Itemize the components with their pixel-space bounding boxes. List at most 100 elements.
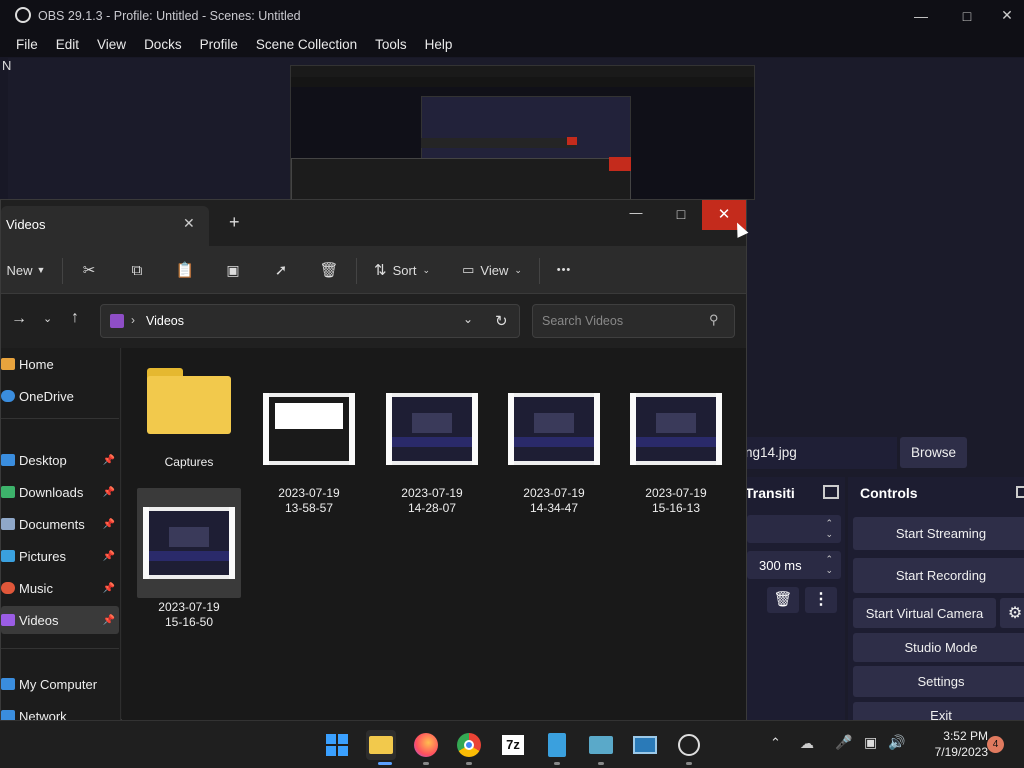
new-button[interactable]: New ▼ — [1, 256, 51, 284]
sidebar-item-music[interactable]: Music 📌 — [1, 574, 119, 602]
home-icon — [1, 358, 15, 370]
studio-mode-button[interactable]: Studio Mode — [853, 633, 1024, 662]
start-streaming-button[interactable]: Start Streaming — [853, 517, 1024, 550]
cloud-icon — [1, 390, 15, 402]
firefox-icon[interactable] — [411, 730, 441, 760]
paste-icon[interactable]: 📋 — [174, 256, 196, 284]
pin-icon: 📌 — [102, 550, 115, 562]
sidebar-item-onedrive[interactable]: OneDrive — [1, 382, 119, 410]
transition-select[interactable]: ⌃ ⌄ — [747, 515, 841, 543]
explorer-minimize-button[interactable]: — — [613, 200, 659, 230]
sidebar-item-pictures[interactable]: Pictures 📌 — [1, 542, 119, 570]
network-tray-icon[interactable]: ▣ — [864, 734, 877, 751]
image-viewer-icon[interactable] — [630, 730, 660, 760]
menu-scene-collection[interactable]: Scene Collection — [256, 37, 357, 52]
forward-arrow-icon[interactable]: → — [11, 310, 27, 328]
obs-icon[interactable] — [674, 730, 704, 760]
up-arrow-icon[interactable]: ↑ — [71, 309, 79, 327]
notepad-icon[interactable] — [542, 730, 572, 760]
cut-icon[interactable]: ✂ — [78, 256, 100, 284]
virtual-camera-settings-gear-icon[interactable]: ⚙ — [1000, 598, 1024, 628]
tab-close-icon[interactable]: ✕ — [183, 215, 195, 232]
volume-icon[interactable]: 🔊 — [888, 734, 905, 751]
menu-docks[interactable]: Docks — [144, 37, 182, 52]
image-path-field[interactable]: ng14.jpg — [745, 437, 897, 469]
sidebar-item-downloads[interactable]: Downloads 📌 — [1, 478, 119, 506]
trash-icon[interactable]: 🗑 — [767, 587, 799, 613]
see-more-icon[interactable]: ••• — [553, 256, 575, 284]
transitions-dock: Transiti ⌃ ⌄ 300 ms ⌃ ⌄ 🗑 ⋮ — [745, 477, 845, 720]
music-icon — [1, 582, 15, 594]
video-file-item[interactable]: 2023-07-19 14-28-07 — [380, 378, 484, 516]
view-icon: ▭ — [462, 262, 475, 277]
obs-maximize-button[interactable]: □ — [944, 0, 990, 31]
view-button[interactable]: ▭ View ⌄ — [459, 256, 525, 284]
search-icon: ⚲ — [709, 312, 719, 327]
video-file-item[interactable]: 2023-07-19 15-16-13 — [624, 378, 728, 516]
sidebar-item-my-computer[interactable]: My Computer — [1, 670, 119, 698]
explorer-maximize-button[interactable]: □ — [661, 200, 701, 230]
dock-float-icon[interactable] — [1016, 486, 1024, 498]
document-icon — [1, 518, 15, 530]
menu-edit[interactable]: Edit — [56, 37, 79, 52]
video-file-item[interactable]: 2023-07-19 13-58-57 — [257, 378, 361, 516]
menu-help[interactable]: Help — [425, 37, 453, 52]
share-icon[interactable]: ➚ — [270, 256, 292, 284]
clock[interactable]: 3:52 PM 7/19/2023 — [912, 728, 988, 760]
remote-desktop-icon[interactable] — [586, 730, 616, 760]
obs-menu-bar: File Edit View Docks Profile Scene Colle… — [0, 31, 1024, 57]
start-recording-button[interactable]: Start Recording — [853, 558, 1024, 593]
breadcrumb[interactable]: › Videos ⌄ ↻ — [100, 304, 520, 338]
settings-button[interactable]: Settings — [853, 666, 1024, 697]
show-hidden-icons-chevron-icon[interactable]: ⌃ — [770, 735, 781, 751]
delete-trash-icon[interactable]: 🗑 — [318, 256, 340, 284]
start-virtual-camera-button[interactable]: Start Virtual Camera — [853, 598, 996, 628]
7zip-icon[interactable]: 7z — [498, 730, 528, 760]
notification-badge[interactable]: 4 — [987, 736, 1004, 753]
menu-view[interactable]: View — [97, 37, 126, 52]
videos-folder-icon — [110, 314, 124, 328]
recent-chevron-icon[interactable]: ⌄ — [43, 312, 52, 325]
start-icon[interactable] — [322, 730, 352, 760]
navigation-pane: Home OneDrive Desktop 📌 Downloads 📌 Docume… — [1, 348, 121, 724]
tab-title: Videos — [6, 217, 46, 232]
sort-icon: ⇅ — [374, 262, 387, 279]
breadcrumb-videos[interactable]: Videos — [146, 314, 184, 328]
obs-window-title: OBS 29.1.3 - Profile: Untitled - Scenes:… — [38, 8, 301, 23]
sidebar-item-videos[interactable]: Videos 📌 — [1, 606, 119, 634]
new-tab-plus-icon[interactable]: + — [229, 212, 240, 233]
video-thumbnail — [386, 393, 478, 465]
chrome-icon[interactable] — [454, 730, 484, 760]
menu-tools[interactable]: Tools — [375, 37, 407, 52]
computer-icon — [1, 678, 15, 690]
sidebar-item-desktop[interactable]: Desktop 📌 — [1, 446, 119, 474]
menu-profile[interactable]: Profile — [200, 37, 238, 52]
menu-file[interactable]: File — [16, 37, 38, 52]
sort-button[interactable]: ⇅ Sort ⌄ — [369, 256, 435, 284]
search-input[interactable]: Search Videos ⚲ — [532, 304, 735, 338]
dock-float-icon[interactable] — [823, 485, 839, 499]
more-options-icon[interactable]: ⋮ — [805, 587, 837, 613]
clock-date: 7/19/2023 — [934, 745, 988, 759]
sidebar-item-home[interactable]: Home — [1, 350, 119, 378]
address-dropdown-icon[interactable]: ⌄ — [463, 312, 473, 326]
obs-minimize-button[interactable]: — — [898, 0, 944, 31]
copy-icon[interactable]: ⧉ — [126, 256, 148, 284]
duration-spinbox[interactable]: 300 ms ⌃ ⌄ — [747, 551, 841, 579]
file-explorer-window: Videos ✕ + — □ ✕ New ▼ ✂ ⧉ 📋 ▣ ➚ 🗑 ⇅ Sort ⌄… — [0, 199, 749, 724]
microphone-icon[interactable]: 🎤 — [835, 734, 852, 751]
tab-videos[interactable]: Videos ✕ — [1, 206, 209, 246]
folder-item[interactable]: Captures — [137, 368, 241, 470]
file-explorer-icon[interactable] — [366, 730, 396, 760]
obs-edge-text: N — [2, 58, 12, 73]
sidebar-item-documents[interactable]: Documents 📌 — [1, 510, 119, 538]
onedrive-tray-icon[interactable]: ☁ — [800, 735, 814, 752]
video-file-item-selected[interactable]: 2023-07-19 15-16-50 — [137, 488, 241, 629]
video-file-item[interactable]: 2023-07-19 14-34-47 — [502, 378, 606, 516]
video-icon — [1, 614, 15, 626]
explorer-tab-bar: Videos ✕ + — □ ✕ — [1, 200, 749, 246]
refresh-icon[interactable]: ↻ — [495, 312, 508, 330]
browse-button[interactable]: Browse — [900, 437, 967, 468]
obs-close-button[interactable]: ✕ — [990, 0, 1024, 31]
rename-icon[interactable]: ▣ — [222, 256, 244, 284]
